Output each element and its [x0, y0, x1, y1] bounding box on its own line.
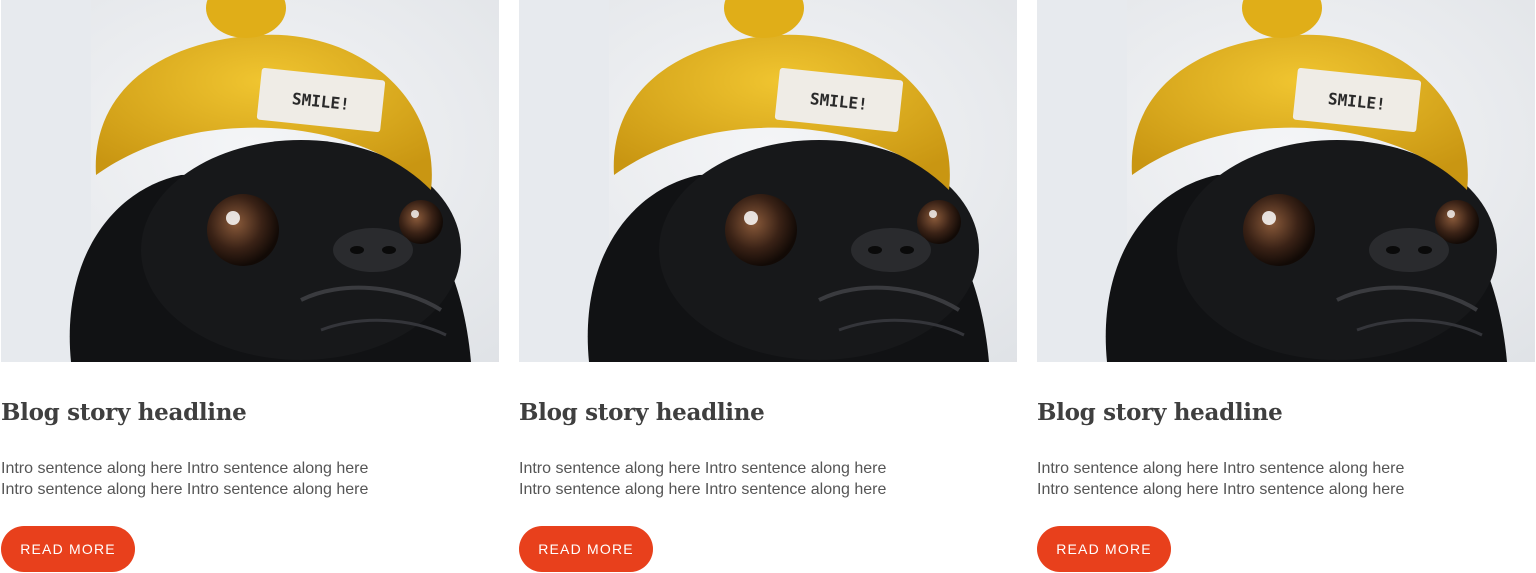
intro-line: Intro sentence along here Intro sentence…: [1037, 460, 1405, 477]
read-more-button[interactable]: READ MORE: [519, 526, 653, 572]
intro-line: Intro sentence along here Intro sentence…: [519, 460, 887, 477]
pug-photo: SMILE!: [1037, 0, 1535, 362]
blog-intro: Intro sentence along here Intro sentence…: [1, 458, 421, 500]
blog-intro: Intro sentence along here Intro sentence…: [1037, 458, 1457, 500]
blog-card-image[interactable]: SMILE!: [1, 0, 499, 362]
blog-intro: Intro sentence along here Intro sentence…: [519, 458, 939, 500]
pug-photo: SMILE!: [1, 0, 499, 362]
blog-card-grid: SMILE! Blog story headline Intro sentenc…: [0, 0, 1536, 573]
blog-card: SMILE! Blog story headline Intro sentenc…: [1, 0, 499, 573]
read-more-button[interactable]: READ MORE: [1, 526, 135, 572]
read-more-button[interactable]: READ MORE: [1037, 526, 1171, 572]
blog-card-image[interactable]: SMILE!: [1037, 0, 1535, 362]
blog-headline[interactable]: Blog story headline: [1, 399, 247, 426]
intro-line: Intro sentence along here Intro sentence…: [1037, 481, 1405, 498]
blog-headline[interactable]: Blog story headline: [519, 399, 765, 426]
intro-line: Intro sentence along here Intro sentence…: [1, 481, 369, 498]
intro-line: Intro sentence along here Intro sentence…: [519, 481, 887, 498]
blog-card: SMILE! Blog story headline Intro sentenc…: [1037, 0, 1535, 573]
blog-card: SMILE! Blog story headline Intro sentenc…: [519, 0, 1017, 573]
blog-headline[interactable]: Blog story headline: [1037, 399, 1283, 426]
pug-photo: SMILE!: [519, 0, 1017, 362]
blog-card-image[interactable]: SMILE!: [519, 0, 1017, 362]
intro-line: Intro sentence along here Intro sentence…: [1, 460, 369, 477]
